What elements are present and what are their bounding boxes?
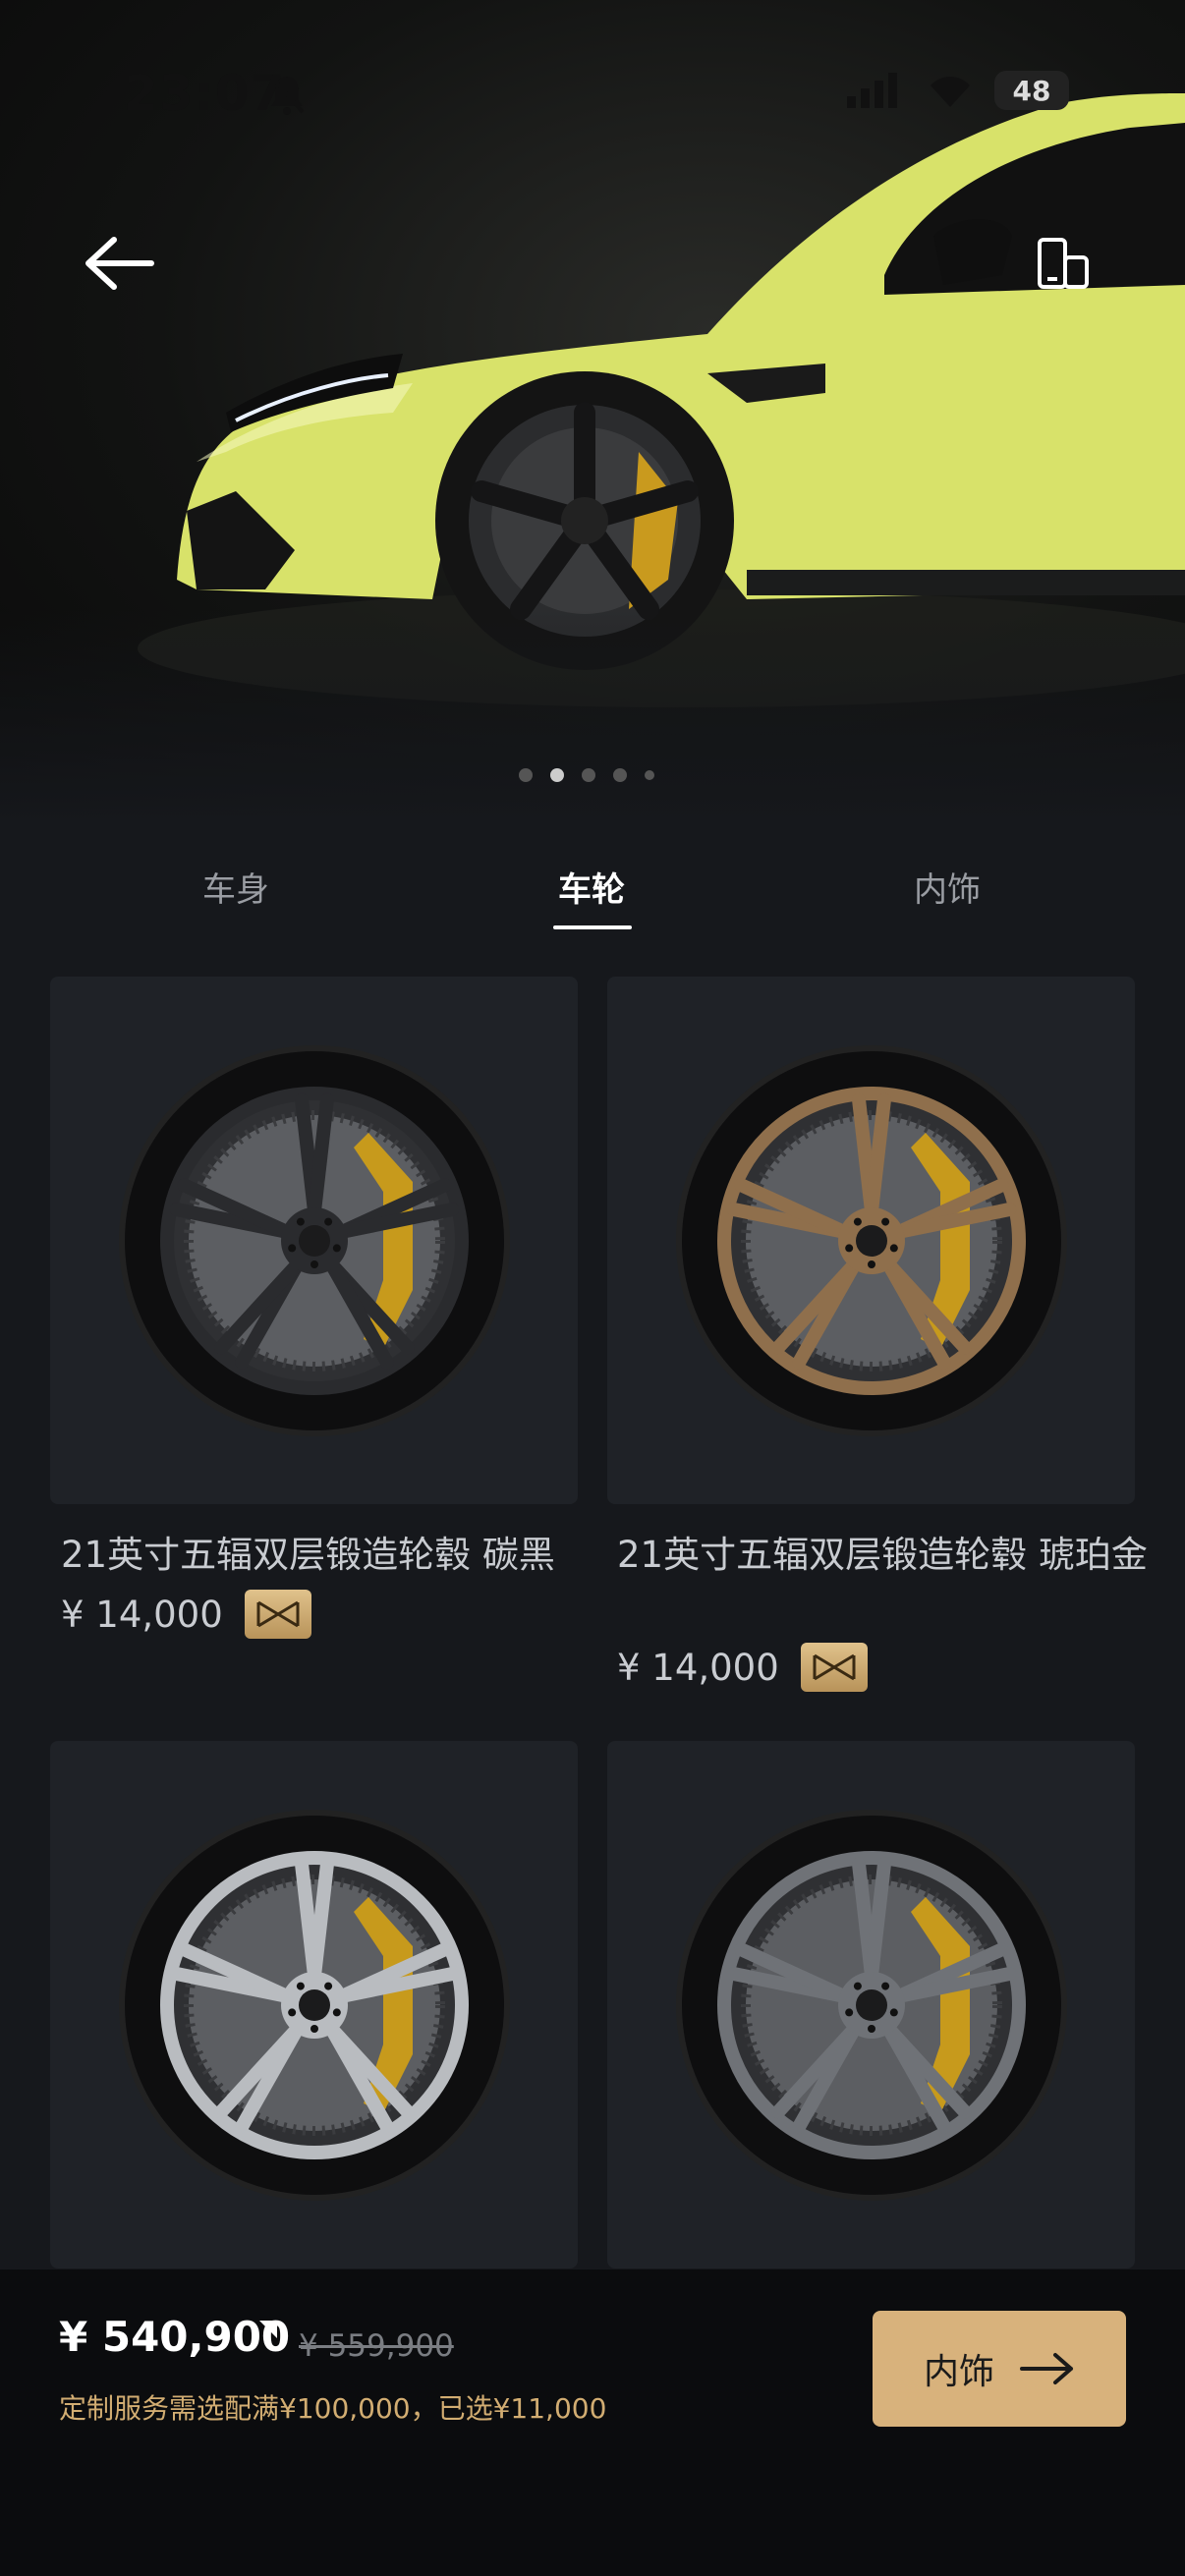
- carousel-dot[interactable]: [582, 768, 595, 782]
- tab-body[interactable]: 车身: [202, 863, 269, 911]
- brand-badge-icon: [244, 1590, 311, 1639]
- price-summary-bar: ¥ 540,900 ¥ 559,900 定制服务需选配满¥100,000，已选¥…: [0, 2269, 1185, 2576]
- carousel-indicator[interactable]: [519, 768, 654, 782]
- wheel-card-silver[interactable]: [50, 1741, 578, 2268]
- signal-icon: [847, 73, 897, 108]
- config-tabs: 车身 车轮 内饰: [0, 863, 1185, 941]
- wheel-title: 21英寸五辐双层锻造轮毂 碳黑: [61, 1534, 555, 1576]
- status-time: 23:07: [124, 65, 286, 122]
- tab-active-indicator: [553, 925, 632, 929]
- arrow-right-icon: [1020, 2353, 1073, 2384]
- hero-fade: [0, 609, 1185, 825]
- carousel-dot-active[interactable]: [550, 768, 564, 782]
- price-detail-toggle-icon[interactable]: [259, 2321, 277, 2338]
- wheel-image: [675, 1044, 1067, 1436]
- brand-badge-icon: [800, 1643, 868, 1692]
- car-hero: 23:07 48: [0, 0, 1185, 825]
- wheel-price: ¥ 14,000: [61, 1593, 223, 1636]
- back-arrow-icon[interactable]: [81, 232, 159, 295]
- battery-level: 48: [1012, 74, 1051, 107]
- original-price: ¥ 559,900: [299, 2328, 454, 2364]
- wheel-image: [118, 1044, 510, 1436]
- wheel-card-carbon-black[interactable]: [50, 977, 578, 1504]
- status-indicators: 48: [847, 71, 1069, 110]
- bell-off-icon: [269, 75, 305, 115]
- wheel-price-row: ¥ 14,000: [617, 1643, 868, 1692]
- next-interior-button[interactable]: 内饰: [873, 2311, 1126, 2427]
- carousel-dot[interactable]: [613, 768, 627, 782]
- carousel-dot[interactable]: [645, 770, 654, 780]
- wheel-price: ¥ 14,000: [617, 1646, 779, 1689]
- wifi-icon: [931, 77, 970, 107]
- wheel-card-gunmetal[interactable]: [607, 1741, 1135, 2268]
- battery-icon: 48: [994, 71, 1069, 110]
- carousel-dot[interactable]: [519, 768, 533, 782]
- wheel-image: [675, 1809, 1067, 2201]
- next-button-label: 内饰: [923, 2352, 994, 2392]
- tab-interior[interactable]: 内饰: [914, 863, 981, 911]
- total-price: ¥ 540,900: [59, 2313, 291, 2361]
- compare-view-icon[interactable]: [1034, 236, 1093, 295]
- tab-wheels[interactable]: 车轮: [558, 863, 625, 911]
- customization-note: 定制服务需选配满¥100,000，已选¥11,000: [59, 2392, 607, 2425]
- wheel-card-amber-gold[interactable]: [607, 977, 1135, 1504]
- wheel-price-row: ¥ 14,000: [61, 1590, 311, 1639]
- wheel-image: [118, 1809, 510, 2201]
- wheel-title: 21英寸五辐双层锻造轮毂 琥珀金: [617, 1534, 1148, 1576]
